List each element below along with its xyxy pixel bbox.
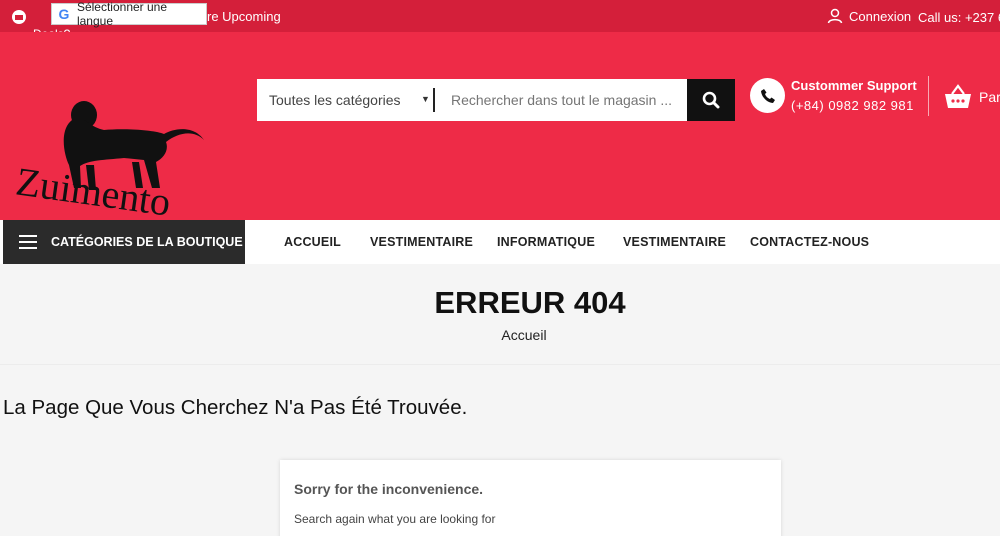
breadcrumb[interactable]: Accueil	[0, 327, 1000, 343]
header: Zuimento Toutes les catégories ▼ Recherc…	[0, 32, 1000, 220]
search-again-card: Sorry for the inconvenience. Search agai…	[280, 460, 781, 536]
language-label: Sélectionner une langue	[76, 0, 168, 28]
customer-support: Custommer Support (+84) 0982 982 981	[750, 78, 917, 113]
section-divider	[0, 364, 1000, 365]
call-us-text: Call us: +237 65	[918, 10, 1000, 25]
category-select-label: Toutes les catégories	[269, 92, 401, 108]
hamburger-icon	[19, 231, 37, 253]
category-select[interactable]: Toutes les catégories ▼	[257, 79, 433, 121]
search-icon	[702, 91, 720, 109]
nav-item-accueil[interactable]: ACCUEIL	[284, 235, 341, 249]
nav-item-informatique[interactable]: INFORMATIQUE	[497, 235, 595, 249]
not-found-message: La Page Que Vous Cherchez N'a Pas Été Tr…	[3, 396, 468, 419]
cart-label: Par	[979, 89, 1000, 105]
search-input[interactable]	[435, 79, 687, 121]
card-title: Sorry for the inconvenience.	[294, 481, 484, 497]
user-icon	[827, 8, 843, 24]
nav-item-vestimentaire-2[interactable]: VESTIMENTAIRE	[623, 235, 726, 249]
nav-item-contact[interactable]: CONTACTEZ-NOUS	[750, 235, 869, 249]
search-button[interactable]	[687, 79, 735, 121]
page-title: ERREUR 404	[434, 285, 626, 320]
login-link[interactable]: Connexion	[827, 8, 911, 24]
cart-icon	[945, 84, 971, 108]
nav-item-vestimentaire[interactable]: VESTIMENTAIRE	[370, 235, 473, 249]
promo-text: re Upcoming	[207, 9, 281, 24]
search-bar: Toutes les catégories ▼	[257, 79, 735, 121]
top-bar: G Sélectionner une langue re Upcoming De…	[0, 0, 1000, 41]
login-label: Connexion	[849, 8, 912, 24]
card-text: Search again what you are looking for	[294, 512, 496, 526]
language-selector[interactable]: G Sélectionner une langue	[51, 0, 207, 28]
google-icon: G	[58, 6, 70, 22]
support-title: Custommer Support	[791, 78, 917, 93]
shop-categories-button[interactable]: CATÉGORIES DE LA BOUTIQUE	[3, 220, 245, 264]
header-divider	[928, 76, 929, 116]
support-phone[interactable]: (+84) 0982 982 981	[791, 98, 917, 113]
main-nav: CATÉGORIES DE LA BOUTIQUE ACCUEIL VESTIM…	[0, 220, 1000, 264]
cart-link[interactable]: Par	[943, 84, 1000, 110]
site-logo[interactable]: Zuimento	[14, 70, 224, 220]
gift-icon	[12, 10, 26, 24]
caret-down-icon: ▼	[421, 94, 430, 104]
phone-icon	[750, 78, 785, 113]
shop-categories-label: CATÉGORIES DE LA BOUTIQUE	[51, 235, 243, 249]
page: G Sélectionner une langue re Upcoming De…	[0, 0, 1000, 536]
